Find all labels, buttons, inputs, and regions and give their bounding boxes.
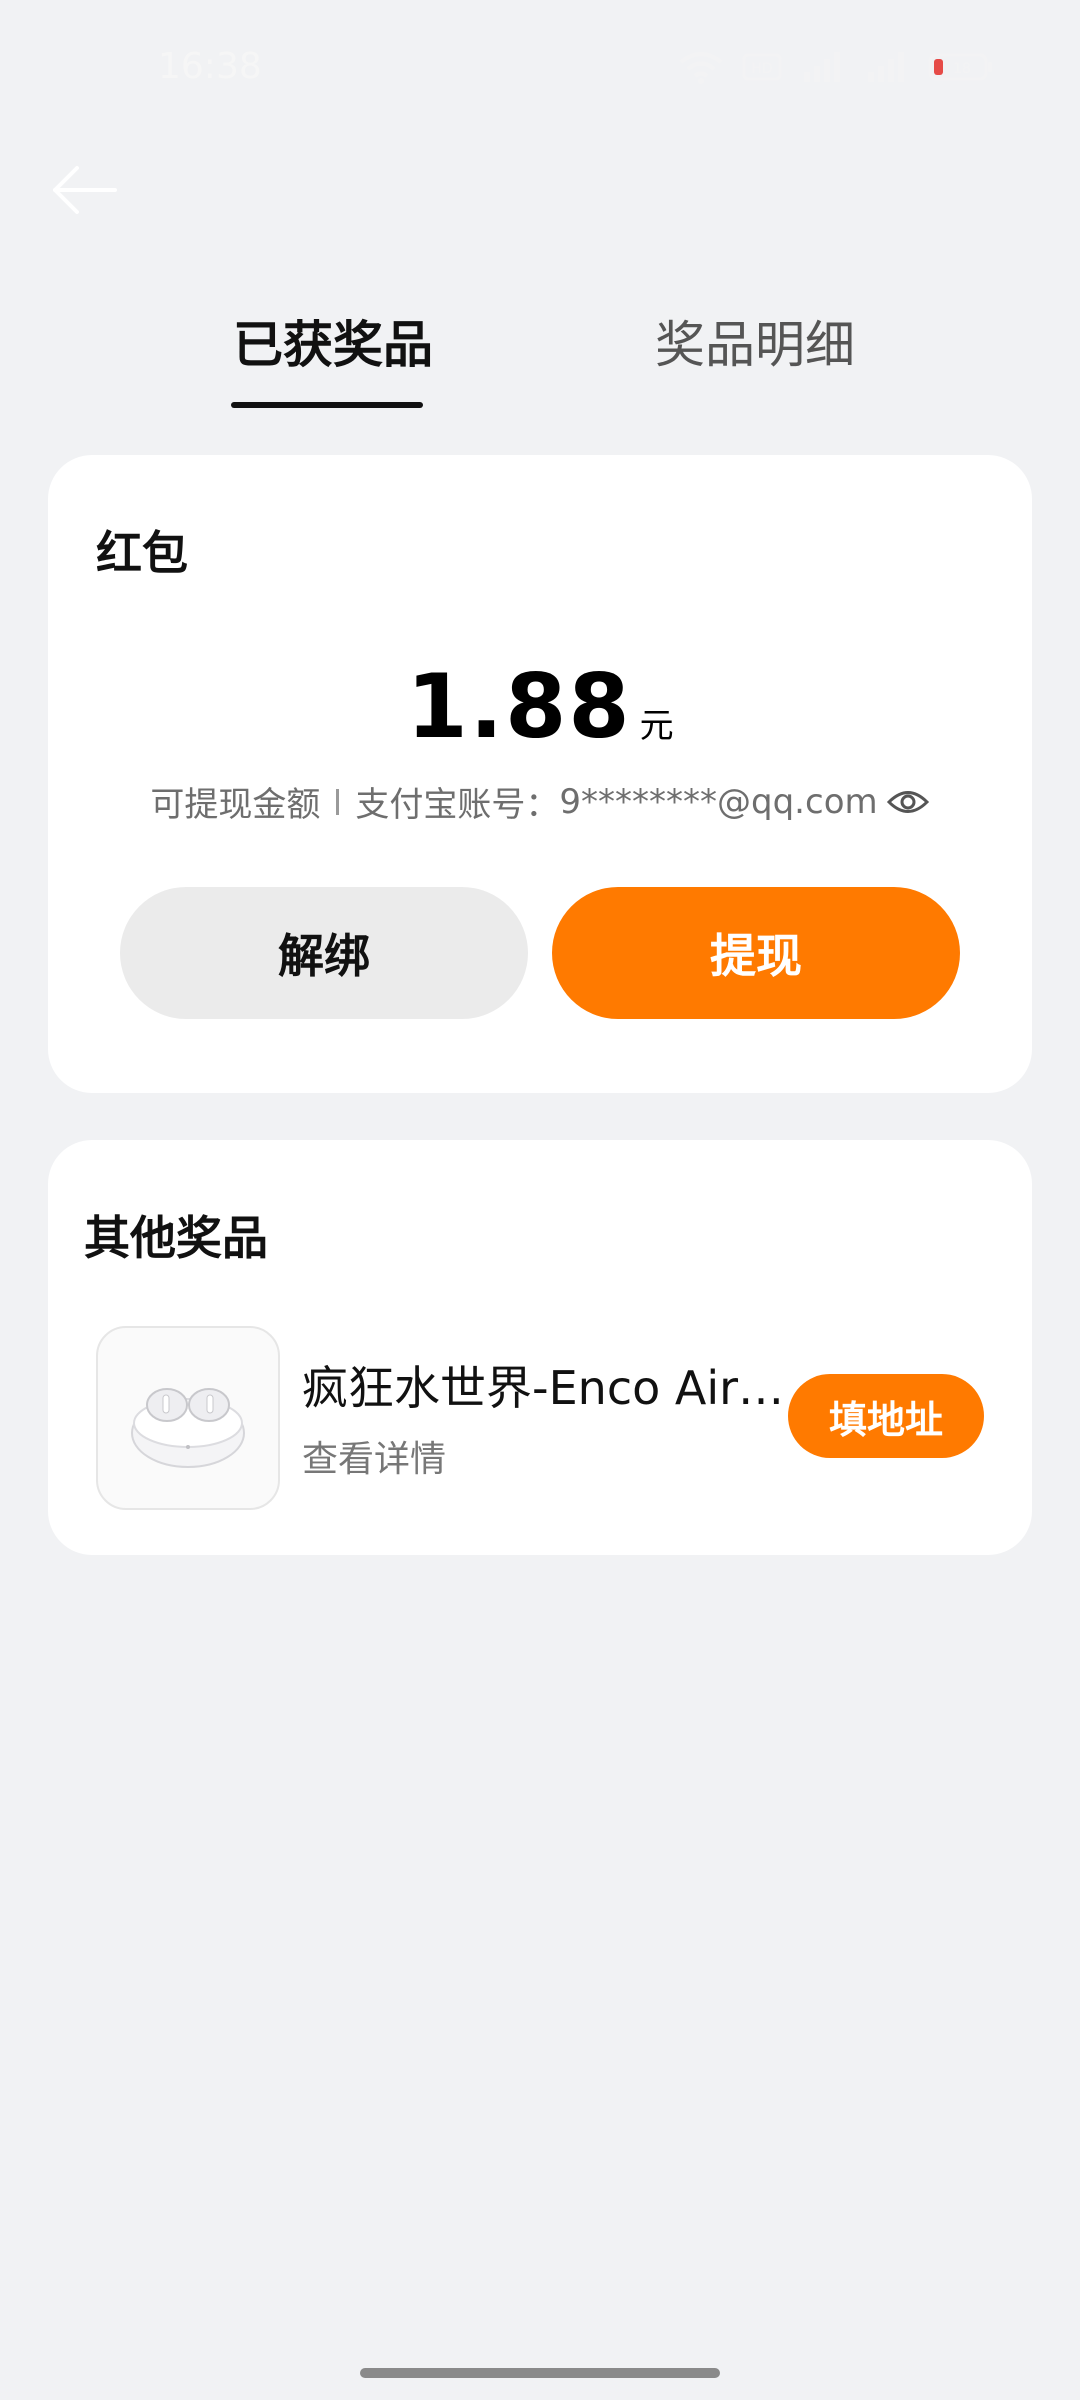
amount-value: 1.88: [406, 655, 632, 758]
amount-unit: 元: [639, 706, 674, 746]
red-packet-card: 红包 1.88 元 可提现金额 支付宝账号： 9********@qq.com 解…: [48, 455, 1032, 1093]
withdrawable-label: 可提现金额: [150, 785, 321, 825]
red-packet-title: 红包: [96, 526, 188, 580]
tab-obtained-prizes[interactable]: 已获奖品: [233, 310, 433, 380]
battery-level: 18: [953, 61, 971, 77]
signal-icon: [868, 52, 904, 82]
signal-icon: [804, 52, 840, 82]
tab-bar: 已获奖品 奖品明细: [0, 310, 1080, 410]
account-value: 9********@qq.com: [559, 781, 878, 822]
other-prizes-card: 其他奖品 疯狂水世界-Enco Air2 耳机 查看详情 填地址: [48, 1140, 1032, 1555]
hd-icon: HD: [742, 53, 782, 81]
other-prizes-title: 其他奖品: [84, 1211, 268, 1265]
status-time: 16:38: [158, 46, 262, 87]
battery-icon: 18: [928, 53, 992, 81]
amount-row: 1.88 元: [48, 655, 1032, 758]
status-icons: HD 18: [678, 50, 994, 84]
tab-active-indicator: [231, 402, 423, 408]
account-label: 支付宝账号：: [355, 785, 560, 825]
fill-address-button[interactable]: 填地址: [788, 1374, 984, 1458]
view-details-link[interactable]: 查看详情: [302, 1430, 446, 1482]
divider: [336, 788, 340, 815]
back-button[interactable]: [44, 154, 124, 226]
eye-icon[interactable]: [886, 787, 930, 817]
wifi-icon: [679, 52, 723, 84]
home-indicator[interactable]: [360, 2368, 720, 2378]
prize-name[interactable]: 疯狂水世界-Enco Air2 耳机: [302, 1352, 802, 1418]
tab-prize-details[interactable]: 奖品明细: [655, 310, 855, 380]
unbind-button[interactable]: 解绑: [120, 887, 528, 1019]
withdraw-button[interactable]: 提现: [552, 887, 960, 1019]
status-bar: 16:38 HD 18: [0, 0, 1080, 140]
account-info: 可提现金额 支付宝账号： 9********@qq.com: [48, 777, 1032, 826]
svg-text:HD: HD: [751, 61, 772, 77]
earbuds-icon: [131, 1388, 245, 1468]
back-arrow-icon: [53, 166, 117, 214]
prize-thumbnail[interactable]: [96, 1326, 280, 1510]
